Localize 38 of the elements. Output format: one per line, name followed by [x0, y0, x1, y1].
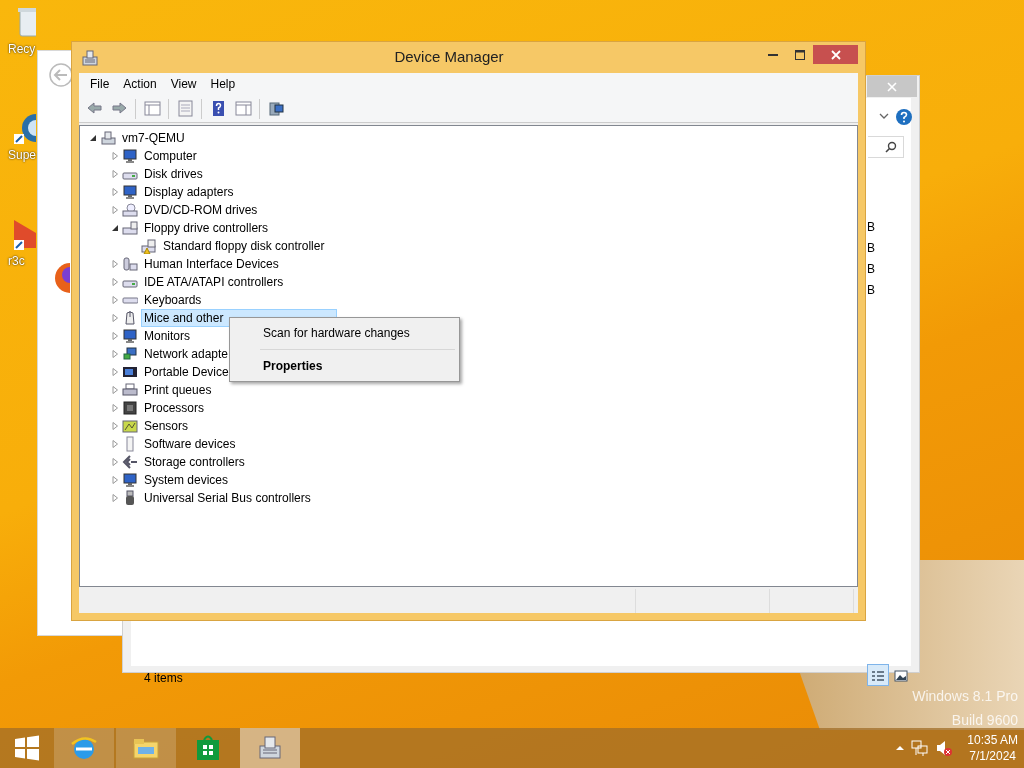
tree-item[interactable]: Universal Serial Bus controllers	[141, 489, 314, 507]
tree-item[interactable]: Sensors	[141, 417, 192, 435]
tree-item[interactable]: Disk drives	[141, 165, 206, 183]
tree-item[interactable]: System devices	[141, 471, 232, 489]
icon-label: Recy	[8, 41, 36, 58]
tree-item[interactable]: Standard floppy disk controller	[160, 237, 328, 255]
menu-item[interactable]: File	[83, 75, 117, 93]
menu-item[interactable]: Scan for hardware changes	[232, 320, 457, 346]
tree-item[interactable]: Human Interface Devices	[141, 255, 282, 273]
tree-item[interactable]: Storage controllers	[141, 453, 248, 471]
table-cell-text: B	[867, 240, 875, 257]
tree-item[interactable]: Print queues	[141, 381, 215, 399]
tree-item[interactable]: Display adapters	[141, 183, 237, 201]
table-cell-text: B	[867, 261, 875, 278]
tree-item[interactable]: IDE ATA/ATAPI controllers	[141, 273, 287, 291]
clock[interactable]: 10:35 AM 7/1/2024	[967, 732, 1018, 764]
window-title: Device Manager	[393, 47, 505, 68]
tree-item[interactable]: Network adapte	[141, 345, 232, 363]
tree-item[interactable]: Software devices	[141, 435, 239, 453]
tree-item[interactable]: Keyboards	[141, 291, 205, 309]
menu-item[interactable]: Action	[116, 75, 164, 93]
tree-item[interactable]: Processors	[141, 399, 208, 417]
tree-item[interactable]: Computer	[141, 147, 200, 165]
tree-item[interactable]: Monitors	[141, 327, 193, 345]
tree-item[interactable]: DVD/CD-ROM drives	[141, 201, 261, 219]
edition-text: Windows 8.1 Pro	[912, 687, 1018, 706]
menu-item[interactable]: View	[163, 75, 204, 93]
tree-item[interactable]: vm7-QEMU	[119, 129, 188, 147]
icon-label: Supe	[8, 147, 37, 164]
menu-item[interactable]: Help	[203, 75, 243, 93]
status-text: 4 items	[144, 670, 183, 687]
table-cell-text: B	[867, 282, 875, 299]
table-cell-text: B	[867, 219, 875, 236]
tree-item[interactable]: Floppy drive controllers	[141, 219, 272, 237]
tree-item[interactable]: Portable Device	[141, 363, 232, 381]
icon-label: r3c	[8, 253, 25, 270]
menu-item[interactable]: Properties	[232, 353, 457, 379]
edition-text: Build 9600	[950, 711, 1018, 730]
